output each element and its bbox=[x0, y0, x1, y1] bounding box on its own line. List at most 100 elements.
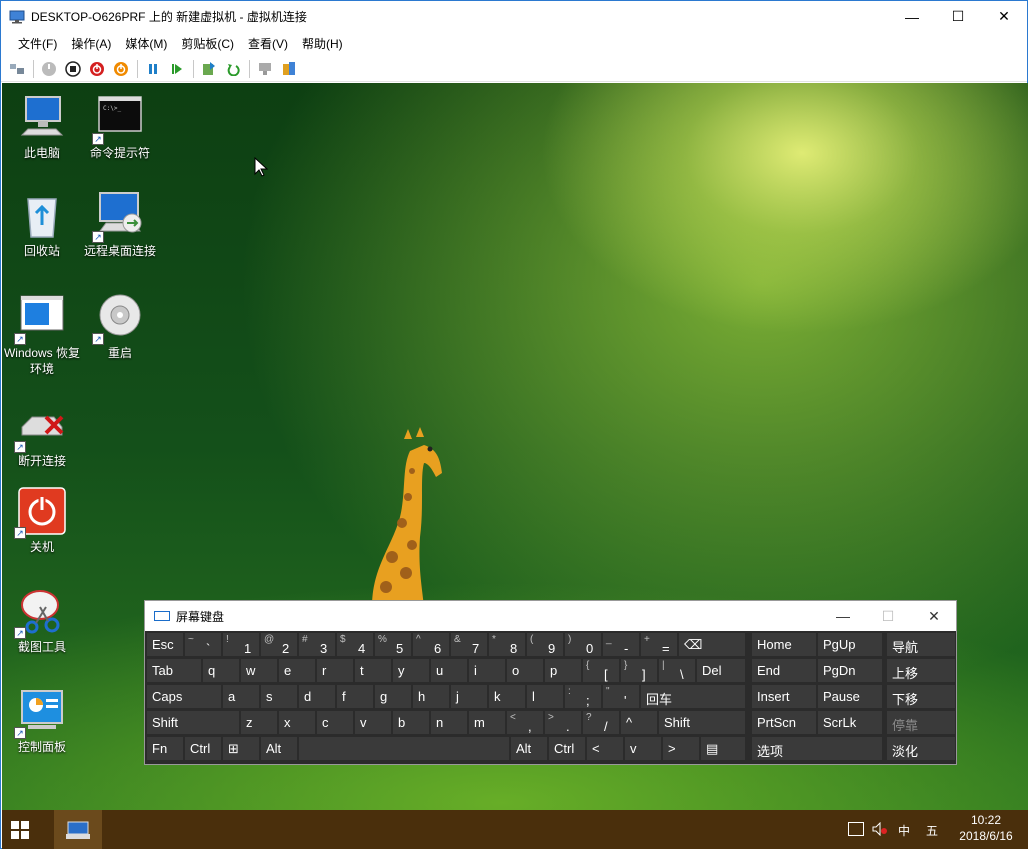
key-z[interactable]: z bbox=[240, 710, 278, 735]
menu-media[interactable]: 媒体(M) bbox=[118, 32, 174, 56]
key-ctrl-left[interactable]: Ctrl bbox=[184, 736, 222, 761]
key-d[interactable]: d bbox=[298, 684, 336, 709]
key-up[interactable]: ^ bbox=[620, 710, 658, 735]
pause-icon[interactable] bbox=[143, 59, 163, 79]
ctrl-alt-del-icon[interactable] bbox=[7, 59, 27, 79]
desktop-icon-disconnect[interactable]: ↗ 断开连接 bbox=[2, 401, 84, 469]
key-i[interactable]: i bbox=[468, 658, 506, 683]
clock[interactable]: 10:22 2018/6/16 bbox=[950, 813, 1022, 843]
desktop-icon-restart[interactable]: ↗ 重启 bbox=[78, 293, 162, 361]
key-esc[interactable]: Esc bbox=[146, 632, 184, 657]
key-left-bracket[interactable]: {[ bbox=[582, 658, 620, 683]
save-state-icon[interactable] bbox=[111, 59, 131, 79]
key-right-bracket[interactable]: }] bbox=[620, 658, 658, 683]
desktop-icon-cmd[interactable]: C:\>_ ↗ 命令提示符 bbox=[78, 93, 162, 161]
key-enter[interactable]: 回车 bbox=[640, 684, 746, 709]
key-pgdn[interactable]: PgDn bbox=[817, 658, 883, 683]
key-minus[interactable]: _ - bbox=[602, 632, 640, 657]
revert-icon[interactable] bbox=[223, 59, 243, 79]
key-backtick[interactable]: ~ ` bbox=[184, 632, 222, 657]
menu-help[interactable]: 帮助(H) bbox=[295, 32, 350, 56]
key-8[interactable]: * 8 bbox=[488, 632, 526, 657]
key-down[interactable]: v bbox=[624, 736, 662, 761]
key-3[interactable]: #3 bbox=[298, 632, 336, 657]
key-backspace[interactable]: ⌫ bbox=[678, 632, 746, 657]
menu-file[interactable]: 文件(F) bbox=[11, 32, 64, 56]
key-windows[interactable]: ⊞ bbox=[222, 736, 260, 761]
key-nav[interactable]: 导航 bbox=[886, 632, 956, 657]
key-quote[interactable]: " ' bbox=[602, 684, 640, 709]
key-pause[interactable]: Pause bbox=[817, 684, 883, 709]
key-shift-right[interactable]: Shift bbox=[658, 710, 746, 735]
key-q[interactable]: q bbox=[202, 658, 240, 683]
key-fade[interactable]: 淡化 bbox=[886, 736, 956, 761]
key-slash[interactable]: ? / bbox=[582, 710, 620, 735]
desktop-icon-windows-recovery[interactable]: ↗ Windows 恢复环境 bbox=[2, 293, 84, 377]
key-home[interactable]: Home bbox=[751, 632, 817, 657]
key-b[interactable]: b bbox=[392, 710, 430, 735]
key-5[interactable]: % 5 bbox=[374, 632, 412, 657]
menu-clipboard[interactable]: 剪贴板(C) bbox=[174, 32, 241, 56]
key-h[interactable]: h bbox=[412, 684, 450, 709]
ime-layout-indicator[interactable]: 五 bbox=[923, 822, 941, 839]
key-scrlk[interactable]: ScrLk bbox=[817, 710, 883, 735]
key-menu[interactable]: ▤ bbox=[700, 736, 746, 761]
desktop-icon-shutdown[interactable]: ↗ 关机 bbox=[2, 487, 84, 555]
key-left[interactable]: < bbox=[586, 736, 624, 761]
key-alt-left[interactable]: Alt bbox=[260, 736, 298, 761]
key-o[interactable]: o bbox=[506, 658, 544, 683]
key-semicolon[interactable]: :; bbox=[564, 684, 602, 709]
shutdown-icon[interactable] bbox=[87, 59, 107, 79]
key-period[interactable]: >. bbox=[544, 710, 582, 735]
key-w[interactable]: w bbox=[240, 658, 278, 683]
turn-off-icon[interactable] bbox=[63, 59, 83, 79]
desktop-icon-remote-desktop[interactable]: ↗ 远程桌面连接 bbox=[78, 191, 162, 259]
menu-action[interactable]: 操作(A) bbox=[64, 32, 118, 56]
key-4[interactable]: $4 bbox=[336, 632, 374, 657]
osk-minimize-button[interactable]: — bbox=[820, 601, 866, 631]
taskbar-osk-button[interactable] bbox=[54, 810, 102, 849]
key-alt-right[interactable]: Alt bbox=[510, 736, 548, 761]
key-m[interactable]: m bbox=[468, 710, 506, 735]
key-g[interactable]: g bbox=[374, 684, 412, 709]
key-shift-left[interactable]: Shift bbox=[146, 710, 240, 735]
key-a[interactable]: a bbox=[222, 684, 260, 709]
enhanced-session-icon[interactable] bbox=[255, 59, 275, 79]
ime-mode-indicator[interactable]: 中 bbox=[895, 822, 913, 839]
key-k[interactable]: k bbox=[488, 684, 526, 709]
key-options[interactable]: 选项 bbox=[751, 736, 883, 761]
share-icon[interactable] bbox=[279, 59, 299, 79]
key-6[interactable]: ^ 6 bbox=[412, 632, 450, 657]
start-button[interactable] bbox=[10, 820, 30, 840]
key-move-down[interactable]: 下移 bbox=[886, 684, 956, 709]
key-n[interactable]: n bbox=[430, 710, 468, 735]
key-s[interactable]: s bbox=[260, 684, 298, 709]
key-9[interactable]: (9 bbox=[526, 632, 564, 657]
key-u[interactable]: u bbox=[430, 658, 468, 683]
desktop-icon-this-pc[interactable]: 此电脑 bbox=[2, 93, 84, 161]
close-button[interactable]: ✕ bbox=[981, 1, 1027, 32]
key-2[interactable]: @2 bbox=[260, 632, 298, 657]
desktop-icon-recycle-bin[interactable]: 回收站 bbox=[2, 191, 84, 259]
key-space[interactable] bbox=[298, 736, 510, 761]
key-e[interactable]: e bbox=[278, 658, 316, 683]
key-dock[interactable]: 停靠 bbox=[886, 710, 956, 735]
osk-maximize-button[interactable]: ☐ bbox=[865, 601, 911, 631]
key-l[interactable]: l bbox=[526, 684, 564, 709]
key-v[interactable]: v bbox=[354, 710, 392, 735]
start-icon[interactable] bbox=[39, 59, 59, 79]
key-backslash[interactable]: | \ bbox=[658, 658, 696, 683]
key-j[interactable]: j bbox=[450, 684, 488, 709]
osk-close-button[interactable]: ✕ bbox=[911, 601, 957, 631]
key-fn[interactable]: Fn bbox=[146, 736, 184, 761]
key-ctrl-right[interactable]: Ctrl bbox=[548, 736, 586, 761]
key-caps[interactable]: Caps bbox=[146, 684, 222, 709]
key-r[interactable]: r bbox=[316, 658, 354, 683]
desktop-icon-control-panel[interactable]: ↗ 控制面板 bbox=[2, 687, 84, 755]
key-7[interactable]: & 7 bbox=[450, 632, 488, 657]
key-t[interactable]: t bbox=[354, 658, 392, 683]
key-x[interactable]: x bbox=[278, 710, 316, 735]
key-insert[interactable]: Insert bbox=[751, 684, 817, 709]
vm-desktop[interactable]: 此电脑 C:\>_ ↗ 命令提示符 回收站 ↗ 远程桌面连接 ↗ Windows… bbox=[2, 83, 1028, 810]
key-equals[interactable]: + = bbox=[640, 632, 678, 657]
